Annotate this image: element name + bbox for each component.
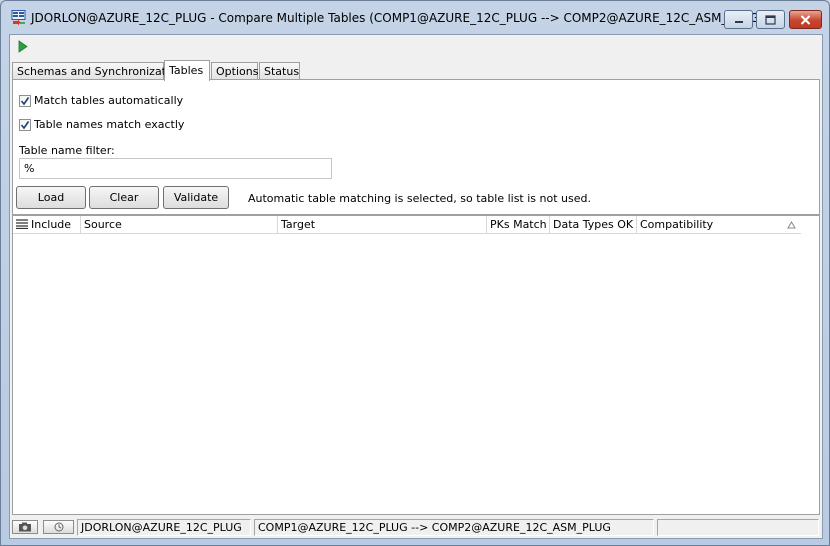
column-header-include[interactable]: Include [13, 216, 81, 234]
tab-status[interactable]: Status [259, 62, 300, 80]
column-chooser-icon [16, 219, 28, 230]
match-auto-checkbox[interactable] [19, 94, 31, 107]
names-exact-checkbox[interactable] [19, 118, 31, 131]
validate-button[interactable]: Validate [163, 186, 229, 209]
app-icon [11, 10, 27, 27]
tables-grid[interactable]: Include Source Target PKs Match Data Typ… [12, 215, 820, 515]
window-title: JDORLON@AZURE_12C_PLUG - Compare Multipl… [31, 11, 764, 25]
timer-icon[interactable] [43, 520, 74, 534]
column-header-data-types-ok[interactable]: Data Types OK [550, 216, 637, 234]
column-label: Data Types OK [553, 218, 634, 231]
camera-icon[interactable] [12, 520, 38, 534]
checkmark-icon [20, 96, 30, 105]
names-exact-label[interactable]: Table names match exactly [34, 118, 184, 131]
minimize-button[interactable] [724, 10, 753, 29]
clear-button-label: Clear [109, 191, 139, 204]
tab-schemas-sync[interactable]: Schemas and Synchronization [12, 62, 183, 80]
column-label: Target [281, 218, 316, 231]
column-label: PKs Match [490, 218, 547, 231]
load-button[interactable]: Load [16, 186, 86, 209]
tab-options[interactable]: Options [211, 62, 258, 80]
maximize-button[interactable] [756, 10, 785, 29]
tables-tab-panel: Match tables automatically Table names m… [12, 79, 820, 215]
match-auto-label[interactable]: Match tables automatically [34, 94, 183, 107]
names-exact-row: Table names match exactly [19, 118, 184, 131]
status-comparison: COMP1@AZURE_12C_PLUG --> COMP2@AZURE_12C… [254, 519, 654, 536]
tab-label: Schemas and Synchronization [17, 65, 183, 78]
tab-label: Status [264, 65, 300, 78]
tab-label: Tables [169, 64, 204, 77]
app-window: JDORLON@AZURE_12C_PLUG - Compare Multipl… [0, 0, 830, 546]
column-header-compatibility[interactable]: Compatibility [637, 216, 801, 234]
tab-tables[interactable]: Tables [164, 60, 210, 81]
column-label: Source [84, 218, 122, 231]
client-area: Schemas and Synchronization Tables Optio… [9, 34, 823, 539]
close-icon [790, 11, 821, 28]
validate-button-label: Validate [173, 191, 219, 204]
column-header-pks-match[interactable]: PKs Match [487, 216, 550, 234]
checkmark-icon [20, 120, 30, 129]
table-filter-label: Table name filter: [19, 144, 115, 157]
tab-label: Options [216, 65, 259, 78]
column-header-source[interactable]: Source [81, 216, 278, 234]
run-icon[interactable] [18, 40, 28, 56]
matching-info-text: Automatic table matching is selected, so… [248, 192, 591, 205]
title-bar[interactable]: JDORLON@AZURE_12C_PLUG - Compare Multipl… [1, 1, 829, 34]
close-button[interactable] [789, 10, 822, 29]
clear-button[interactable]: Clear [89, 186, 159, 209]
column-label: Compatibility [640, 218, 714, 231]
load-button-label: Load [37, 191, 65, 204]
table-filter-input[interactable] [19, 158, 332, 179]
minimize-icon [725, 11, 752, 28]
grid-header: Include Source Target PKs Match Data Typ… [13, 216, 801, 234]
sort-ascending-icon[interactable] [787, 219, 796, 232]
maximize-icon [757, 11, 784, 28]
column-label: Include [31, 218, 72, 231]
column-header-target[interactable]: Target [278, 216, 487, 234]
status-bar: JDORLON@AZURE_12C_PLUG COMP1@AZURE_12C_P… [12, 518, 820, 537]
status-connection: JDORLON@AZURE_12C_PLUG [77, 519, 251, 536]
status-empty-cell [657, 519, 819, 536]
match-auto-row: Match tables automatically [19, 94, 183, 107]
